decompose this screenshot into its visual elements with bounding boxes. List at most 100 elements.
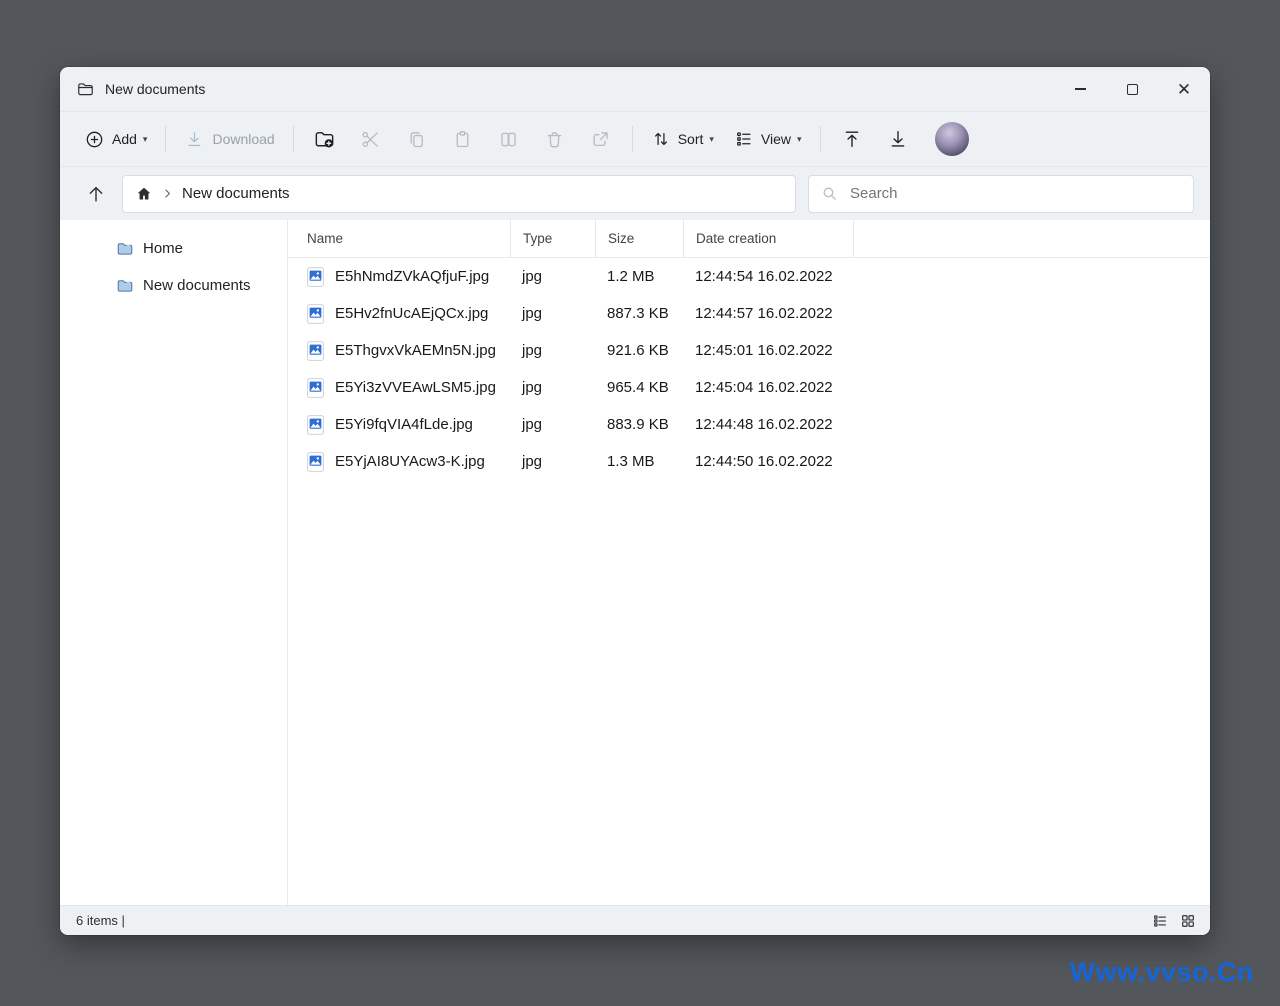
file-date-cell: 12:45:01 16.02.2022 (683, 342, 853, 359)
blue-folder-icon (116, 240, 134, 258)
file-size-cell: 921.6 KB (595, 342, 683, 359)
list-view-toggle[interactable] (1150, 911, 1170, 931)
file-size-cell: 887.3 KB (595, 305, 683, 322)
file-type-cell: jpg (510, 342, 595, 359)
download-selected-button[interactable]: Download (174, 121, 284, 158)
file-row[interactable]: E5Yi3zVVEAwLSM5.jpg jpg 965.4 KB 12:45:0… (288, 369, 1210, 406)
search-input[interactable] (850, 185, 1181, 202)
column-header-date-creation[interactable]: Date creation (683, 220, 853, 257)
toolbar: Add ▾ Download (60, 111, 1210, 167)
window-title: New documents (105, 81, 205, 97)
file-name: E5YjAI8UYAcw3-K.jpg (335, 453, 485, 470)
file-name-cell: E5YjAI8UYAcw3-K.jpg (288, 452, 510, 472)
column-header-type[interactable]: Type (510, 220, 595, 257)
file-row[interactable]: E5ThgvxVkAEMn5N.jpg jpg 921.6 KB 12:45:0… (288, 332, 1210, 369)
file-type-cell: jpg (510, 379, 595, 396)
sort-arrows-icon (651, 129, 671, 149)
view-button[interactable]: View ▾ (724, 121, 812, 157)
file-date-cell: 12:44:54 16.02.2022 (683, 268, 853, 285)
search-icon (821, 185, 838, 202)
minimize-icon (1075, 88, 1086, 89)
sidebar-item-label: Home (143, 240, 183, 257)
toolbar-divider (632, 126, 633, 152)
grid-view-toggle[interactable] (1178, 911, 1198, 931)
chevron-down-icon: ▾ (797, 134, 802, 145)
delete-button[interactable] (532, 119, 578, 159)
chevron-down-icon: ▾ (143, 134, 148, 145)
file-size-cell: 1.2 MB (595, 268, 683, 285)
open-book-icon (498, 129, 519, 150)
maximize-button[interactable] (1106, 67, 1158, 111)
search-box (808, 175, 1194, 213)
share-button[interactable] (578, 119, 624, 159)
sort-button[interactable]: Sort ▾ (641, 121, 724, 157)
chevron-right-icon (161, 187, 174, 200)
column-header-name[interactable]: Name (288, 220, 510, 257)
file-size-cell: 1.3 MB (595, 453, 683, 470)
file-row[interactable]: E5YjAI8UYAcw3-K.jpg jpg 1.3 MB 12:44:50 … (288, 443, 1210, 480)
file-name: E5hNmdZVkAQfjuF.jpg (335, 268, 489, 285)
add-button[interactable]: Add ▾ (74, 121, 157, 158)
file-date-cell: 12:44:48 16.02.2022 (683, 416, 853, 433)
share-icon (590, 129, 611, 150)
grid-view-icon (1180, 913, 1196, 929)
list-view-icon (734, 129, 754, 149)
upload-file-button[interactable] (829, 119, 875, 159)
file-name-cell: E5hNmdZVkAQfjuF.jpg (288, 267, 510, 287)
file-row[interactable]: E5Yi9fqVIA4fLde.jpg jpg 883.9 KB 12:44:4… (288, 406, 1210, 443)
rename-button[interactable] (486, 119, 532, 159)
file-date-cell: 12:44:50 16.02.2022 (683, 453, 853, 470)
cut-button[interactable] (348, 119, 394, 159)
download-tray-icon (887, 128, 909, 150)
breadcrumb-current-folder[interactable]: New documents (182, 185, 290, 202)
file-date-cell: 12:45:04 16.02.2022 (683, 379, 853, 396)
paste-icon (452, 129, 473, 150)
download-file-button[interactable] (875, 119, 921, 159)
window-body: Home New documents Name Type Size Date c… (60, 220, 1210, 905)
file-row[interactable]: E5hNmdZVkAQfjuF.jpg jpg 1.2 MB 12:44:54 … (288, 258, 1210, 295)
download-icon (184, 129, 205, 150)
toolbar-divider (820, 126, 821, 152)
close-button[interactable]: ✕ (1158, 67, 1210, 111)
column-header-spacer (853, 220, 1210, 257)
sidebar-item-new-documents[interactable]: New documents (60, 267, 287, 304)
file-size-cell: 965.4 KB (595, 379, 683, 396)
home-icon[interactable] (135, 185, 153, 203)
arrow-up-icon (85, 183, 107, 205)
folder-icon (76, 80, 95, 99)
blue-folder-icon (116, 277, 134, 295)
plus-circle-icon (84, 129, 105, 150)
file-type-cell: jpg (510, 453, 595, 470)
new-folder-button[interactable] (302, 119, 348, 159)
file-name-cell: E5ThgvxVkAEMn5N.jpg (288, 341, 510, 361)
toolbar-divider (165, 126, 166, 152)
file-name: E5Yi9fqVIA4fLde.jpg (335, 416, 473, 433)
column-header-size[interactable]: Size (595, 220, 683, 257)
copy-button[interactable] (394, 119, 440, 159)
image-file-icon (307, 341, 324, 361)
view-toggles (1150, 911, 1198, 931)
image-file-icon (307, 415, 324, 435)
breadcrumb: New documents (122, 175, 796, 213)
file-row[interactable]: E5Hv2fnUcAEjQCx.jpg jpg 887.3 KB 12:44:5… (288, 295, 1210, 332)
file-type-cell: jpg (510, 416, 595, 433)
image-file-icon (307, 267, 324, 287)
new-folder-icon (313, 128, 336, 151)
file-name: E5Hv2fnUcAEjQCx.jpg (335, 305, 488, 322)
chevron-down-icon: ▾ (709, 134, 714, 145)
minimize-button[interactable] (1054, 67, 1106, 111)
table-header: Name Type Size Date creation (288, 220, 1210, 258)
download-button-label: Download (212, 131, 274, 147)
list-view-icon (1152, 913, 1168, 929)
user-avatar[interactable] (935, 122, 969, 156)
file-type-cell: jpg (510, 268, 595, 285)
window-controls: ✕ (1054, 67, 1210, 111)
view-button-label: View (761, 131, 791, 147)
file-manager-window: New documents ✕ Add ▾ Download (60, 67, 1210, 935)
sidebar-item-home[interactable]: Home (60, 230, 287, 267)
navigation-bar: New documents (60, 167, 1210, 220)
paste-button[interactable] (440, 119, 486, 159)
navigate-up-button[interactable] (78, 176, 114, 212)
file-date-cell: 12:44:57 16.02.2022 (683, 305, 853, 322)
file-name-cell: E5Yi3zVVEAwLSM5.jpg (288, 378, 510, 398)
